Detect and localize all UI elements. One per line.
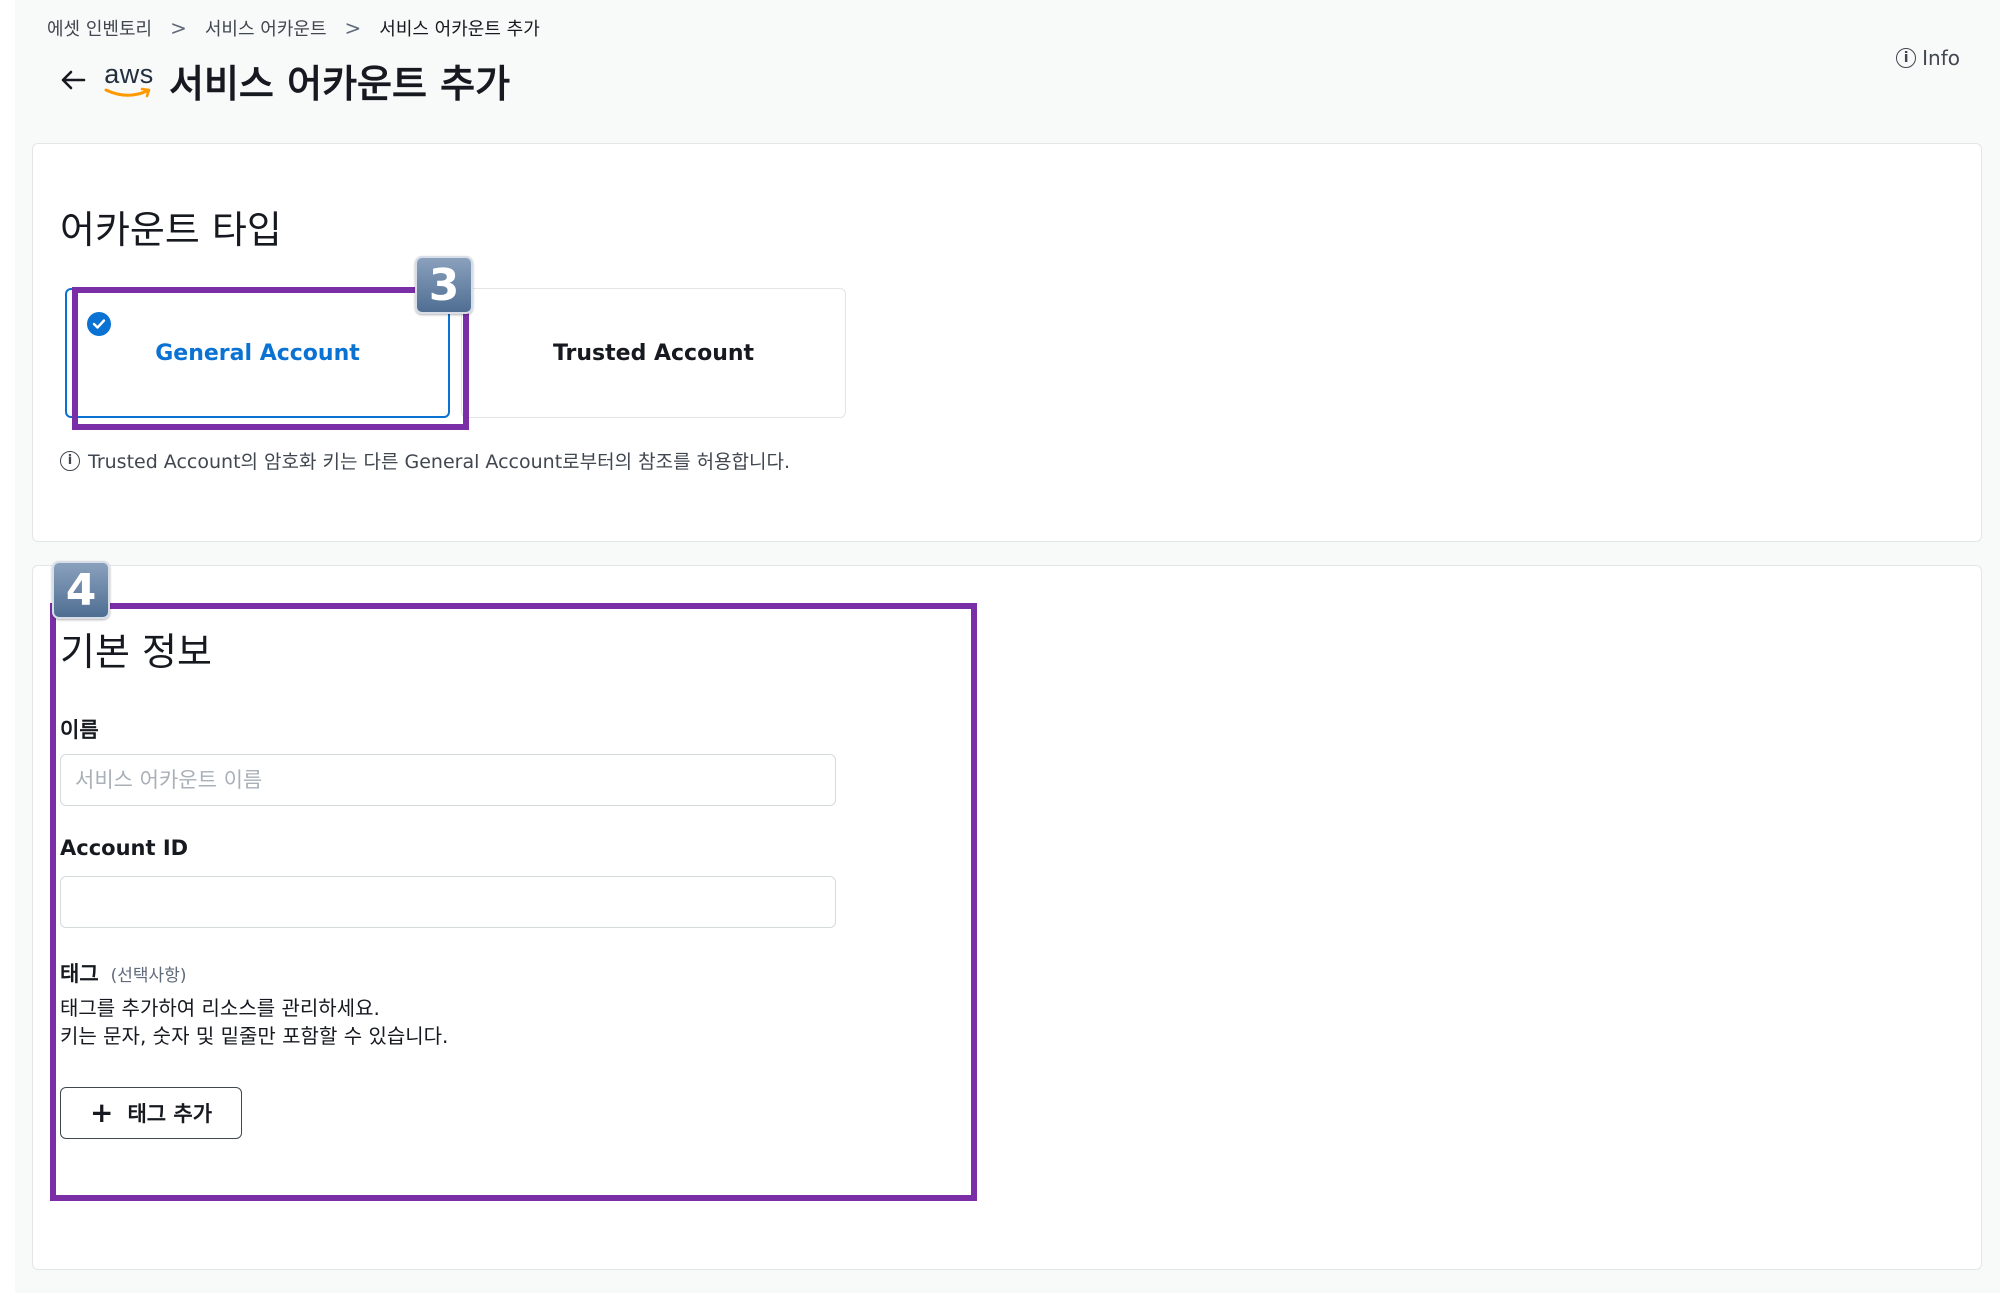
breadcrumb-current: 서비스 어카운트 추가 — [379, 19, 540, 40]
back-button[interactable] — [55, 62, 91, 98]
tag-description: 태그를 추가하여 리소스를 관리하세요. 키는 문자, 숫자 및 밑줄만 포함할… — [60, 994, 448, 1050]
name-input[interactable] — [60, 754, 836, 806]
info-label: Info — [1922, 46, 1960, 70]
add-tag-label: 태그 추가 — [127, 1102, 213, 1126]
page-header: aws 서비스 어카운트 추가 — [55, 52, 510, 108]
tag-optional-label: (선택사항) — [110, 966, 187, 986]
general-account-label: General Account — [155, 340, 360, 366]
breadcrumb-service-account[interactable]: 서비스 어카운트 — [205, 15, 327, 41]
name-label: 이름 — [60, 718, 99, 742]
info-circle-icon: i — [60, 450, 80, 471]
tag-label: 태그 (선택사항) — [60, 958, 186, 988]
account-id-label: Account ID — [60, 836, 189, 860]
aws-smile-icon — [104, 87, 151, 98]
info-icon: i — [1896, 48, 1917, 68]
step-badge-4: 4 — [52, 561, 110, 619]
basic-info-card: 기본 정보 이름 Account ID 태그 (선택사항) 태그를 추가하여 리… — [32, 565, 1982, 1270]
step-badge-3: 3 — [415, 256, 473, 314]
trusted-account-label: Trusted Account — [552, 340, 755, 366]
plus-icon: + — [89, 1096, 114, 1129]
page-background: 에셋 인벤토리 > 서비스 어카운트 > 서비스 어카운트 추가 aws 서비스… — [15, 0, 2000, 1293]
general-account-tile[interactable]: General Account — [65, 288, 450, 418]
arrow-left-icon — [61, 70, 86, 90]
breadcrumb: 에셋 인벤토리 > 서비스 어카운트 > 서비스 어카운트 추가 — [47, 14, 540, 42]
account-id-input[interactable] — [60, 876, 836, 928]
account-type-hint: i Trusted Account의 암호화 키는 다른 General Acc… — [60, 447, 790, 474]
aws-logo-text: aws — [104, 59, 154, 89]
tag-description-line-1: 태그를 추가하여 리소스를 관리하세요. — [60, 996, 380, 1020]
breadcrumb-separator: > — [170, 16, 187, 40]
breadcrumb-asset-inventory[interactable]: 에셋 인벤토리 — [47, 15, 152, 41]
info-link[interactable]: i Info — [1896, 46, 1960, 70]
account-type-title: 어카운트 타입 — [60, 208, 282, 252]
page-title: 서비스 어카운트 추가 — [169, 61, 511, 106]
breadcrumb-separator: > — [344, 16, 362, 40]
add-tag-button[interactable]: + 태그 추가 — [60, 1087, 242, 1139]
checkmark-icon — [87, 312, 111, 336]
tag-label-main: 태그 — [60, 962, 99, 986]
account-type-hint-text: Trusted Account의 암호화 키는 다른 General Accou… — [88, 451, 791, 473]
tag-description-line-2: 키는 문자, 숫자 및 밑줄만 포함할 수 있습니다. — [60, 1024, 449, 1048]
trusted-account-tile[interactable]: Trusted Account — [461, 288, 846, 418]
account-type-card: 어카운트 타입 General Account Trusted Account … — [32, 143, 1982, 542]
aws-logo: aws — [103, 61, 155, 99]
basic-info-title: 기본 정보 — [60, 630, 212, 674]
